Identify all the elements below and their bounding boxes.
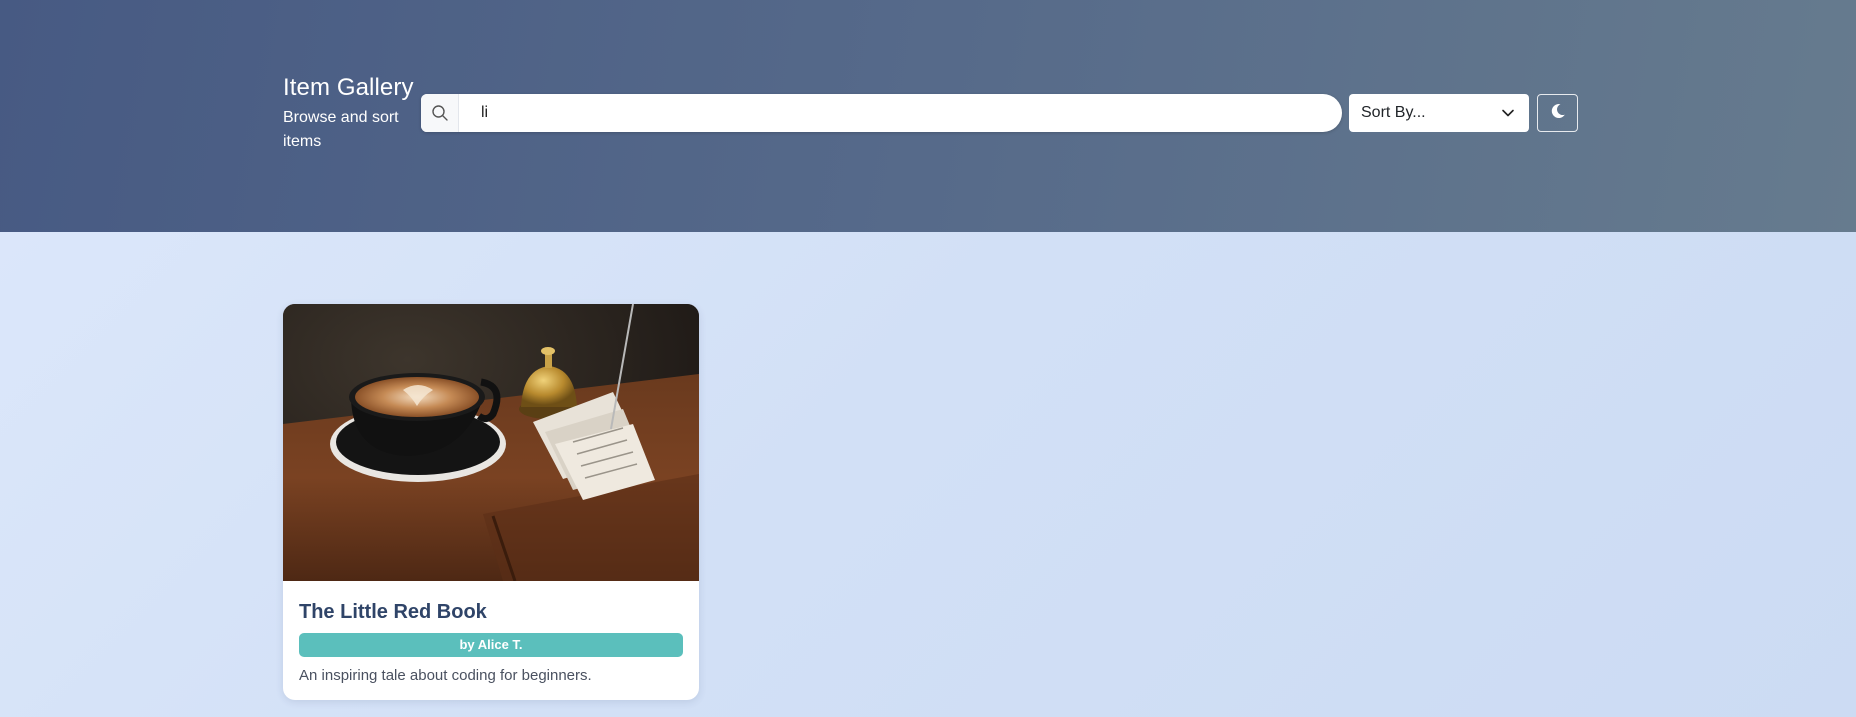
moon-icon (1549, 102, 1567, 125)
header: Item Gallery Browse and sort items Sort … (0, 0, 1856, 232)
page-subtitle: Browse and sort items (283, 109, 399, 150)
brand: Item Gallery Browse and sort items (283, 72, 414, 154)
page-title: Item Gallery (283, 74, 414, 101)
item-card-body: The Little Red Book by Alice T. An inspi… (283, 600, 699, 686)
sort-select[interactable]: Sort By... (1349, 94, 1529, 132)
item-card[interactable]: The Little Red Book by Alice T. An inspi… (283, 304, 699, 700)
theme-toggle-button[interactable] (1537, 94, 1578, 132)
search-bar (421, 94, 1342, 132)
item-description: An inspiring tale about coding for begin… (299, 667, 592, 684)
item-title: The Little Red Book (299, 601, 487, 623)
sort-select-label: Sort By... (1361, 104, 1426, 121)
chevron-down-icon (1501, 106, 1515, 125)
search-icon (421, 94, 459, 132)
author-badge: by Alice T. (299, 633, 683, 657)
search-input[interactable] (481, 98, 1301, 128)
item-image (283, 304, 699, 581)
